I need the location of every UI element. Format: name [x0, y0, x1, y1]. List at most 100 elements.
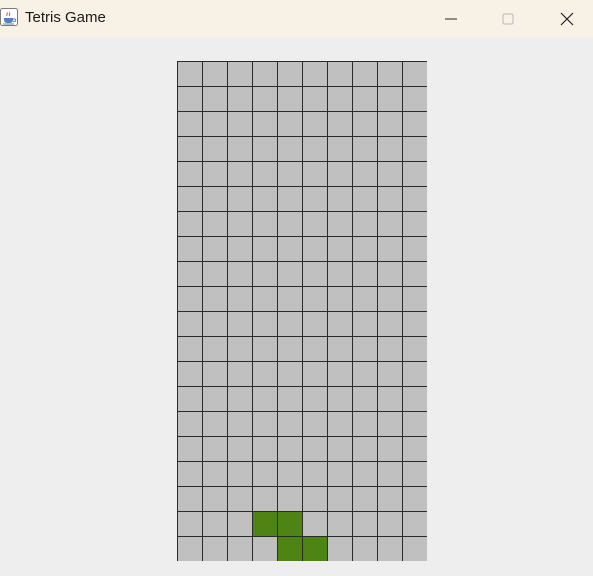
board-cell [377, 186, 403, 212]
board-cell [402, 261, 427, 287]
board-cell [227, 161, 253, 187]
board-cell [202, 386, 228, 412]
board-cell [302, 236, 328, 262]
board-cell [327, 511, 353, 537]
board-cell [352, 536, 378, 561]
board-cell [327, 336, 353, 362]
board-cell [327, 236, 353, 262]
board-cell [177, 411, 203, 437]
minimize-icon [445, 18, 457, 19]
board-cell [352, 86, 378, 112]
board-cell [377, 286, 403, 312]
board-cell [252, 286, 278, 312]
java-coffee-icon [0, 8, 18, 26]
board-cell [402, 386, 427, 412]
board-cell [277, 186, 303, 212]
board-cell [277, 361, 303, 387]
close-icon [560, 12, 574, 25]
board-cell [327, 486, 353, 512]
board-cell [352, 186, 378, 212]
board-cell [327, 186, 353, 212]
board-cell [227, 436, 253, 462]
title-bar[interactable]: Tetris Game [0, 0, 593, 37]
board-cell [252, 461, 278, 487]
board-cell [377, 336, 403, 362]
minimize-button[interactable] [428, 0, 474, 37]
board-cell [202, 536, 228, 561]
board-cell [252, 136, 278, 162]
board-cell [327, 86, 353, 112]
board-cell [352, 436, 378, 462]
board-cell [177, 536, 203, 561]
board-cell [227, 411, 253, 437]
board-cell [327, 461, 353, 487]
board-cell [227, 61, 253, 87]
game-area [0, 37, 593, 576]
board-cell [302, 461, 328, 487]
board-cell [327, 211, 353, 237]
board-cell [402, 286, 427, 312]
board-cell [377, 161, 403, 187]
board-cell [352, 261, 378, 287]
board-cell [277, 436, 303, 462]
close-button[interactable] [544, 0, 590, 37]
maximize-button[interactable] [485, 0, 531, 37]
board-cell [202, 336, 228, 362]
board-cell [352, 411, 378, 437]
board-cell [352, 286, 378, 312]
board-cell [302, 261, 328, 287]
board-cell [252, 436, 278, 462]
board-cell [352, 161, 378, 187]
board-cell [277, 461, 303, 487]
maximize-icon [502, 13, 514, 24]
board-cell [227, 536, 253, 561]
board-cell [402, 511, 427, 537]
board-cell [177, 486, 203, 512]
board-cell [327, 311, 353, 337]
board-cell [227, 486, 253, 512]
board-cell [327, 136, 353, 162]
board-cell [177, 136, 203, 162]
board-cell [202, 186, 228, 212]
board-cell [202, 511, 228, 537]
board-cell [402, 461, 427, 487]
tetris-window: Tetris Game [0, 0, 593, 576]
board-cell [402, 486, 427, 512]
board-cell [252, 236, 278, 262]
board-cell [177, 236, 203, 262]
board-cell [402, 61, 427, 87]
board-cell [377, 486, 403, 512]
board-cell [277, 161, 303, 187]
board-cell [252, 536, 278, 561]
board-cell [177, 161, 203, 187]
board-cell [202, 111, 228, 137]
board-cell [252, 161, 278, 187]
board-cell [327, 411, 353, 437]
board-cell [402, 161, 427, 187]
board-cell [277, 336, 303, 362]
board-cell [277, 61, 303, 87]
board-cell [377, 86, 403, 112]
board-cell [302, 311, 328, 337]
board-cell [327, 261, 353, 287]
board-cell [302, 511, 328, 537]
board-cell [377, 311, 403, 337]
tetris-board[interactable] [177, 61, 427, 561]
board-cell [177, 61, 203, 87]
board-cell [227, 186, 253, 212]
board-cell [402, 361, 427, 387]
board-cell [352, 136, 378, 162]
board-cell [302, 286, 328, 312]
board-cell [202, 436, 228, 462]
board-cell [202, 286, 228, 312]
board-cell [177, 186, 203, 212]
board-cell [277, 86, 303, 112]
board-cell [302, 486, 328, 512]
board-cell [302, 161, 328, 187]
board-cell [177, 461, 203, 487]
board-cell [277, 311, 303, 337]
board-cell [302, 361, 328, 387]
board-cell [327, 386, 353, 412]
board-cell [302, 86, 328, 112]
board-cell [177, 386, 203, 412]
